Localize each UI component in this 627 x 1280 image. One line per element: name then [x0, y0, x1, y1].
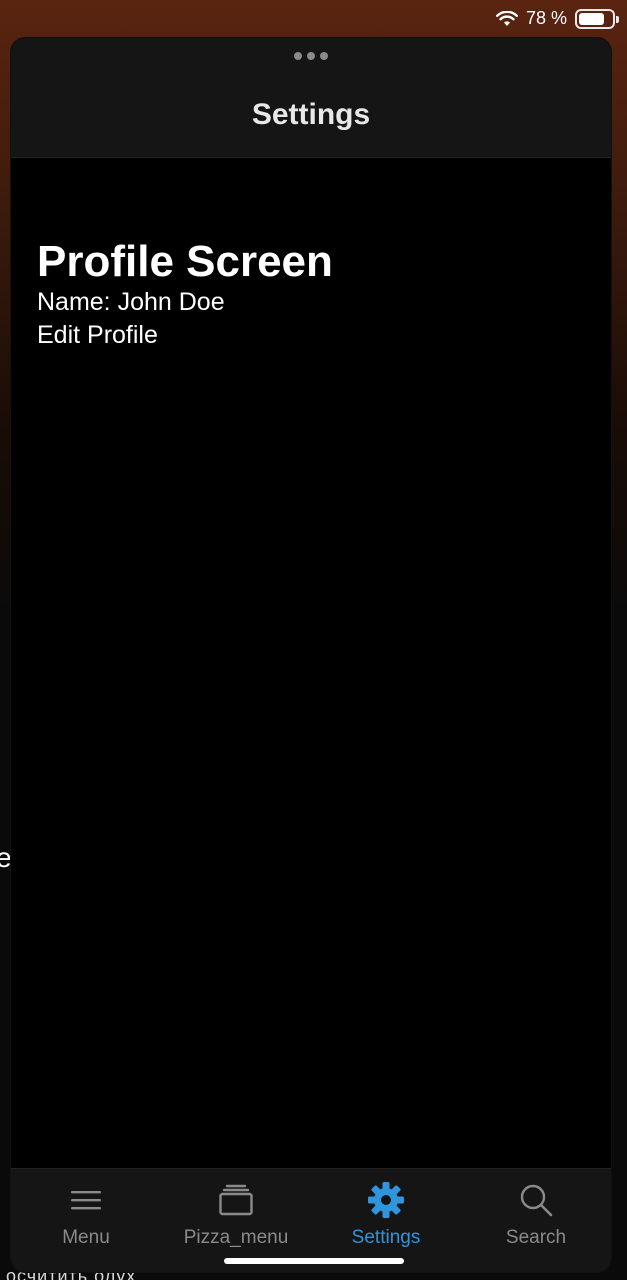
profile-content: Profile Screen Name: John Doe Edit Profi… [37, 237, 333, 352]
gear-icon [367, 1181, 405, 1219]
grabber-dot [320, 52, 328, 60]
tab-pizza-menu[interactable]: Pizza_menu [161, 1169, 311, 1272]
tab-settings[interactable]: Settings [311, 1169, 461, 1272]
tab-label: Pizza_menu [183, 1227, 289, 1248]
tab-label: Settings [351, 1227, 421, 1248]
user-name-text: Name: John Doe [37, 288, 225, 317]
tab-menu[interactable]: Menu [11, 1169, 161, 1272]
page-title: Settings [251, 98, 371, 131]
home-indicator[interactable] [223, 1258, 404, 1264]
background-text-fragment: e [0, 842, 12, 873]
status-indicators: 78 % [495, 8, 619, 29]
battery-icon [575, 8, 619, 29]
grabber-dot [307, 52, 315, 60]
tab-search[interactable]: Search [461, 1169, 611, 1272]
sheet-header: Settings [11, 38, 611, 158]
more-options-icon[interactable] [294, 52, 328, 60]
battery-level [579, 12, 604, 25]
stack-icon [219, 1181, 253, 1219]
search-icon [519, 1181, 553, 1219]
tab-label: Menu [62, 1227, 110, 1248]
status-bar: 78 % [0, 0, 627, 38]
battery-percentage: 78 % [525, 8, 567, 28]
bottom-tab-bar: Menu Pizza_menu Settings Search [11, 1168, 611, 1272]
tab-label: Search [505, 1227, 567, 1248]
settings-sheet: Settings Profile Screen Name: John Doe E… [11, 38, 611, 1272]
wifi-icon [495, 10, 518, 27]
grabber-dot [294, 52, 302, 60]
edit-profile-link[interactable]: Edit Profile [37, 319, 333, 352]
hamburger-menu-icon [70, 1181, 102, 1219]
profile-heading: Profile Screen [37, 237, 333, 286]
